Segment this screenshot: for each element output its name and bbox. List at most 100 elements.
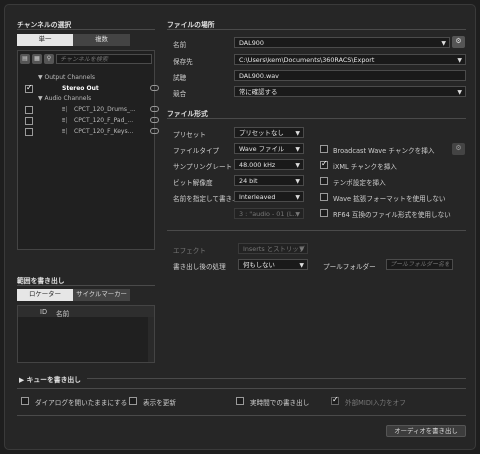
solo-toggle-icon[interactable] bbox=[150, 85, 159, 91]
waveform-icon: ⩩| bbox=[62, 128, 68, 135]
range-table-header: ID 名前 bbox=[18, 306, 154, 318]
dropdown-arrow-icon: ▼ bbox=[295, 130, 300, 137]
divider bbox=[87, 378, 466, 379]
rf64-checkbox[interactable] bbox=[320, 209, 328, 217]
bwf-label: Broadcast Wave チャンクを挿入 bbox=[333, 147, 435, 155]
after-export-label: 書き出し後の処理 bbox=[173, 263, 226, 271]
divider bbox=[167, 29, 466, 30]
wave-ext-checkbox[interactable] bbox=[320, 193, 328, 201]
sample-rate-dropdown[interactable]: 48.000 kHz ▼ bbox=[234, 159, 304, 170]
divider bbox=[167, 118, 466, 119]
tempo-label: テンポ設定を挿入 bbox=[333, 179, 386, 187]
channel-search-input[interactable] bbox=[56, 54, 152, 64]
preset-label: プリセット bbox=[173, 131, 206, 139]
range-table: ID 名前 bbox=[17, 305, 155, 363]
dropdown-arrow-icon: ▼ bbox=[295, 178, 300, 185]
preset-dropdown[interactable]: プリセットなし ▼ bbox=[234, 127, 304, 138]
waveform-icon: ⩩| bbox=[62, 106, 68, 113]
channels-header: チャンネルの選択 bbox=[17, 21, 72, 29]
path-field[interactable]: C:\Users\kem\Documents\360RACS\Export ▼ bbox=[234, 54, 466, 65]
audio-channel-checkbox[interactable] bbox=[25, 128, 33, 136]
name-field[interactable]: DAL900 ▼ bbox=[234, 37, 450, 48]
channel-row: ⩩| CPCT_120_F_Pad_... bbox=[36, 116, 162, 125]
export-audio-button[interactable]: オーディオを書き出し bbox=[386, 425, 466, 437]
waveform-icon: ⩩| bbox=[62, 117, 68, 124]
dropdown-arrow-icon: ▼ bbox=[441, 40, 446, 47]
channel-row-stereo-out: Stereo Out bbox=[36, 84, 162, 93]
dropdown-arrow-icon: ▼ bbox=[299, 246, 304, 253]
link-icon[interactable]: ⚲ bbox=[44, 54, 54, 64]
channel-row: ⩩| CPCT_120_F_Keys... bbox=[36, 127, 162, 136]
expand-icon[interactable]: ▤ bbox=[20, 54, 30, 64]
bwf-checkbox[interactable] bbox=[320, 145, 328, 153]
file-format-header: ファイル形式 bbox=[167, 110, 208, 118]
conflict-label: 競合 bbox=[173, 90, 187, 98]
divider bbox=[17, 285, 155, 286]
tab-cycle-marker[interactable]: サイクルマーカー bbox=[73, 289, 130, 301]
range-header: 範囲を書き出し bbox=[17, 277, 65, 285]
channel-row: ⩩| CPCT_120_Drums_... bbox=[36, 105, 162, 114]
bit-depth-dropdown[interactable]: 24 bit ▼ bbox=[234, 175, 304, 186]
effect-label: エフェクト bbox=[173, 247, 206, 255]
naming-label: 名前を指定して書き... bbox=[173, 195, 239, 203]
update-display-label: 表示を更新 bbox=[143, 399, 176, 407]
ixml-label: iXML チャンクを挿入 bbox=[333, 163, 397, 171]
dropdown-arrow-icon: ▼ bbox=[295, 194, 300, 201]
dropdown-arrow-icon: ▼ bbox=[299, 262, 304, 269]
tab-locator[interactable]: ロケーター bbox=[17, 289, 73, 301]
preview-label: 試聴 bbox=[173, 74, 187, 82]
audio-channel-checkbox[interactable] bbox=[25, 106, 33, 114]
col-id: ID bbox=[40, 308, 48, 316]
after-export-dropdown[interactable]: 何もしない ▼ bbox=[238, 259, 308, 270]
dropdown-arrow-icon: ▼ bbox=[295, 162, 300, 169]
solo-toggle-icon[interactable] bbox=[150, 117, 159, 123]
file-location-header: ファイルの場所 bbox=[167, 21, 215, 29]
scrollbar[interactable] bbox=[148, 317, 154, 362]
solo-toggle-icon[interactable] bbox=[150, 106, 159, 112]
solo-toggle-icon[interactable] bbox=[150, 128, 159, 134]
file-type-label: ファイルタイプ bbox=[173, 147, 220, 155]
sample-rate-label: サンプリングレート bbox=[173, 163, 233, 171]
tab-single[interactable]: 単一 bbox=[17, 34, 73, 46]
channel-panel: ▤ ▦ ⚲ ▼ Output Channels Stereo Out ▼ Aud… bbox=[17, 50, 159, 250]
update-display-checkbox[interactable] bbox=[129, 397, 137, 405]
wave-ext-label: Wave 拡張フォーマットを使用しない bbox=[333, 195, 446, 203]
ixml-checkbox[interactable] bbox=[320, 159, 328, 169]
gear-icon[interactable]: ⚙ bbox=[452, 36, 465, 48]
output-channels-group[interactable]: ▼ Output Channels bbox=[38, 74, 95, 81]
dropdown-arrow-icon: ▼ bbox=[295, 211, 300, 218]
gear-icon[interactable]: ⚙ bbox=[452, 143, 465, 155]
realtime-checkbox[interactable] bbox=[236, 397, 244, 405]
divider bbox=[17, 388, 466, 389]
queue-header[interactable]: ▶ キューを書き出し bbox=[19, 374, 81, 384]
audio-channels-group[interactable]: ▼ Audio Channels bbox=[38, 95, 91, 102]
tab-multiple[interactable]: 複数 bbox=[73, 34, 130, 46]
tempo-checkbox[interactable] bbox=[320, 177, 328, 185]
stereo-out-checkbox[interactable] bbox=[25, 83, 33, 93]
pool-folder-label: プールフォルダー bbox=[323, 263, 376, 271]
midi-off-label: 外部MIDI入力をオフ bbox=[345, 399, 406, 407]
export-dialog: チャンネルの選択 単一 複数 ▤ ▦ ⚲ ▼ Output Channels S… bbox=[4, 4, 476, 450]
keep-open-checkbox[interactable] bbox=[21, 397, 29, 405]
interleave-dropdown[interactable]: Interleaved ▼ bbox=[234, 191, 304, 202]
divider bbox=[17, 415, 466, 416]
file-type-dropdown[interactable]: Wave ファイル ▼ bbox=[234, 143, 304, 154]
bit-depth-label: ビット解像度 bbox=[173, 179, 213, 187]
dropdown-arrow-icon: ▼ bbox=[457, 57, 462, 64]
effect-dropdown: Inserts とストリップ ▼ bbox=[238, 243, 308, 254]
pool-folder-input[interactable] bbox=[386, 259, 453, 270]
keep-open-label: ダイアログを開いたままにする bbox=[35, 399, 128, 407]
dropdown-arrow-icon: ▼ bbox=[457, 89, 462, 96]
divider bbox=[17, 29, 155, 30]
preview-field: DAL900.wav bbox=[234, 70, 466, 81]
audio-channel-checkbox[interactable] bbox=[25, 117, 33, 125]
chevron-right-icon: ▶ bbox=[19, 376, 27, 384]
conflict-dropdown[interactable]: 常に確認する ▼ bbox=[234, 86, 466, 97]
channel-naming-dropdown: 3 : "audio - 01 (L... ▼ bbox=[234, 208, 304, 219]
dropdown-arrow-icon: ▼ bbox=[295, 146, 300, 153]
collapse-icon[interactable]: ▦ bbox=[32, 54, 42, 64]
rf64-label: RF64 互換のファイル形式を使用しない bbox=[333, 211, 451, 219]
midi-off-checkbox bbox=[331, 395, 339, 405]
realtime-label: 実時間での書き出し bbox=[250, 399, 310, 407]
name-label: 名前 bbox=[173, 41, 187, 49]
